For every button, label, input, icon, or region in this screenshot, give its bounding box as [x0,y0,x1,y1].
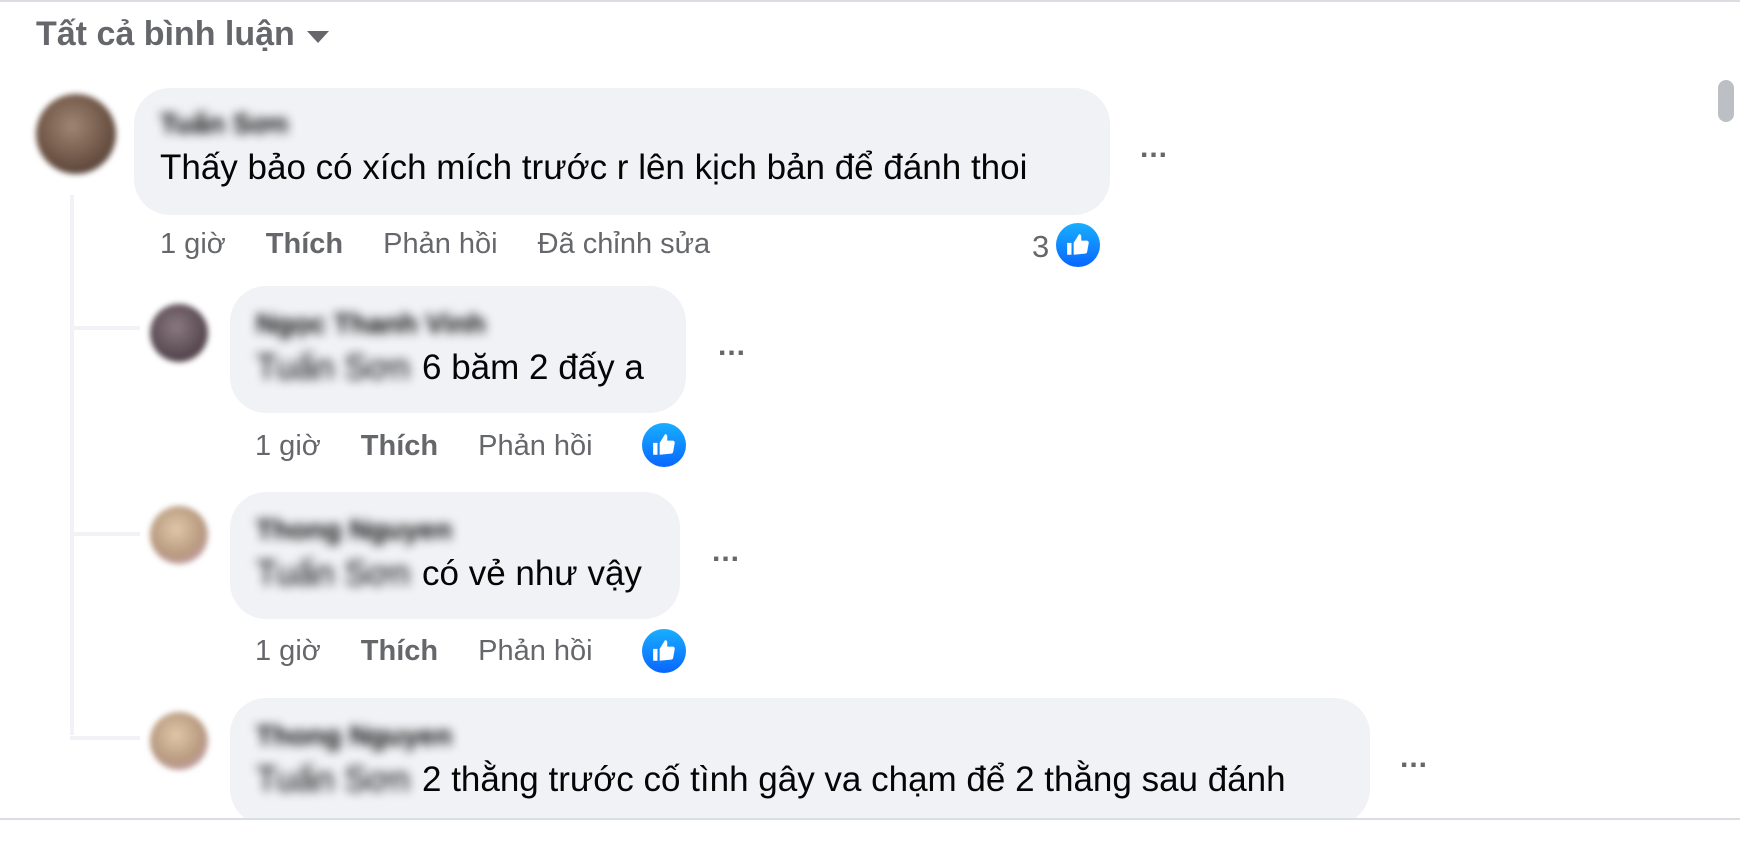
mention-tag[interactable]: Tuấn Sơn [256,554,410,594]
comment-filter-dropdown[interactable]: Tất cả bình luận [36,10,329,58]
like-icon[interactable] [642,629,686,673]
thread-branch [70,326,140,330]
mention-tag[interactable]: Tuấn Sơn [256,348,410,388]
more-options-icon[interactable]: ... [1140,133,1168,163]
comment-author[interactable]: Tuấn Sơn [160,108,288,140]
reply-bubble: Ngọc Thanh Vinh Tuấn Sơn 6 băm 2 đấy a [230,286,686,413]
reply-button[interactable]: Phản hồi [383,228,498,261]
avatar[interactable] [150,506,208,564]
top-divider [0,0,1740,2]
reply-bubble: Thong Nguyen Tuấn Sơn 2 thằng trước cố t… [230,698,1370,825]
like-button[interactable]: Thích [266,228,343,261]
bottom-divider [0,818,1740,844]
like-icon[interactable] [1056,223,1100,267]
reply-author[interactable]: Thong Nguyen [256,720,452,752]
avatar[interactable] [150,712,208,770]
more-options-icon[interactable]: ... [712,537,740,567]
edited-label[interactable]: Đã chỉnh sửa [538,228,711,261]
thumbs-up-icon [653,434,675,455]
caret-down-icon [306,31,329,43]
thread-branch [70,736,140,740]
reply-author[interactable]: Ngọc Thanh Vinh [256,308,486,340]
thread-line [70,195,74,735]
comment-actions: 1 giờ Thích Phản hồi Đã chỉnh sửa [160,228,710,261]
like-button[interactable]: Thích [361,635,438,668]
comment-text: Thấy bảo có xích mích trước r lên kịch b… [160,148,1028,187]
reply-text: 2 thằng trước cố tình gây va chạm để 2 t… [422,760,1286,799]
reply-text: 6 băm 2 đấy a [422,348,644,387]
reply-text: có vẻ như vậy [422,554,642,593]
reply-button[interactable]: Phản hồi [478,430,593,463]
reply-author[interactable]: Thong Nguyen [256,514,452,546]
more-options-icon[interactable]: ... [718,331,746,361]
like-icon[interactable] [642,423,686,467]
reply-time[interactable]: 1 giờ [255,635,321,668]
comment-filter-label: Tất cả bình luận [36,14,295,53]
reply-actions: 1 giờ Thích Phản hồi [255,430,593,463]
scrollbar-thumb[interactable] [1718,80,1734,122]
reply-button[interactable]: Phản hồi [478,635,593,668]
thumbs-up-icon [653,640,675,661]
more-options-icon[interactable]: ... [1400,743,1428,773]
reply-bubble: Thong Nguyen Tuấn Sơn có vẻ như vậy [230,492,680,619]
mention-tag[interactable]: Tuấn Sơn [256,760,410,800]
avatar[interactable] [36,94,116,174]
avatar[interactable] [150,304,208,362]
reply-actions: 1 giờ Thích Phản hồi [255,635,593,668]
comment-time[interactable]: 1 giờ [160,228,226,261]
thumbs-up-icon [1067,234,1089,255]
thread-branch [70,532,140,536]
like-button[interactable]: Thích [361,430,438,463]
comment-bubble: Tuấn Sơn Thấy bảo có xích mích trước r l… [134,88,1110,215]
reaction-count[interactable]: 3 [1032,229,1049,265]
reply-time[interactable]: 1 giờ [255,430,321,463]
